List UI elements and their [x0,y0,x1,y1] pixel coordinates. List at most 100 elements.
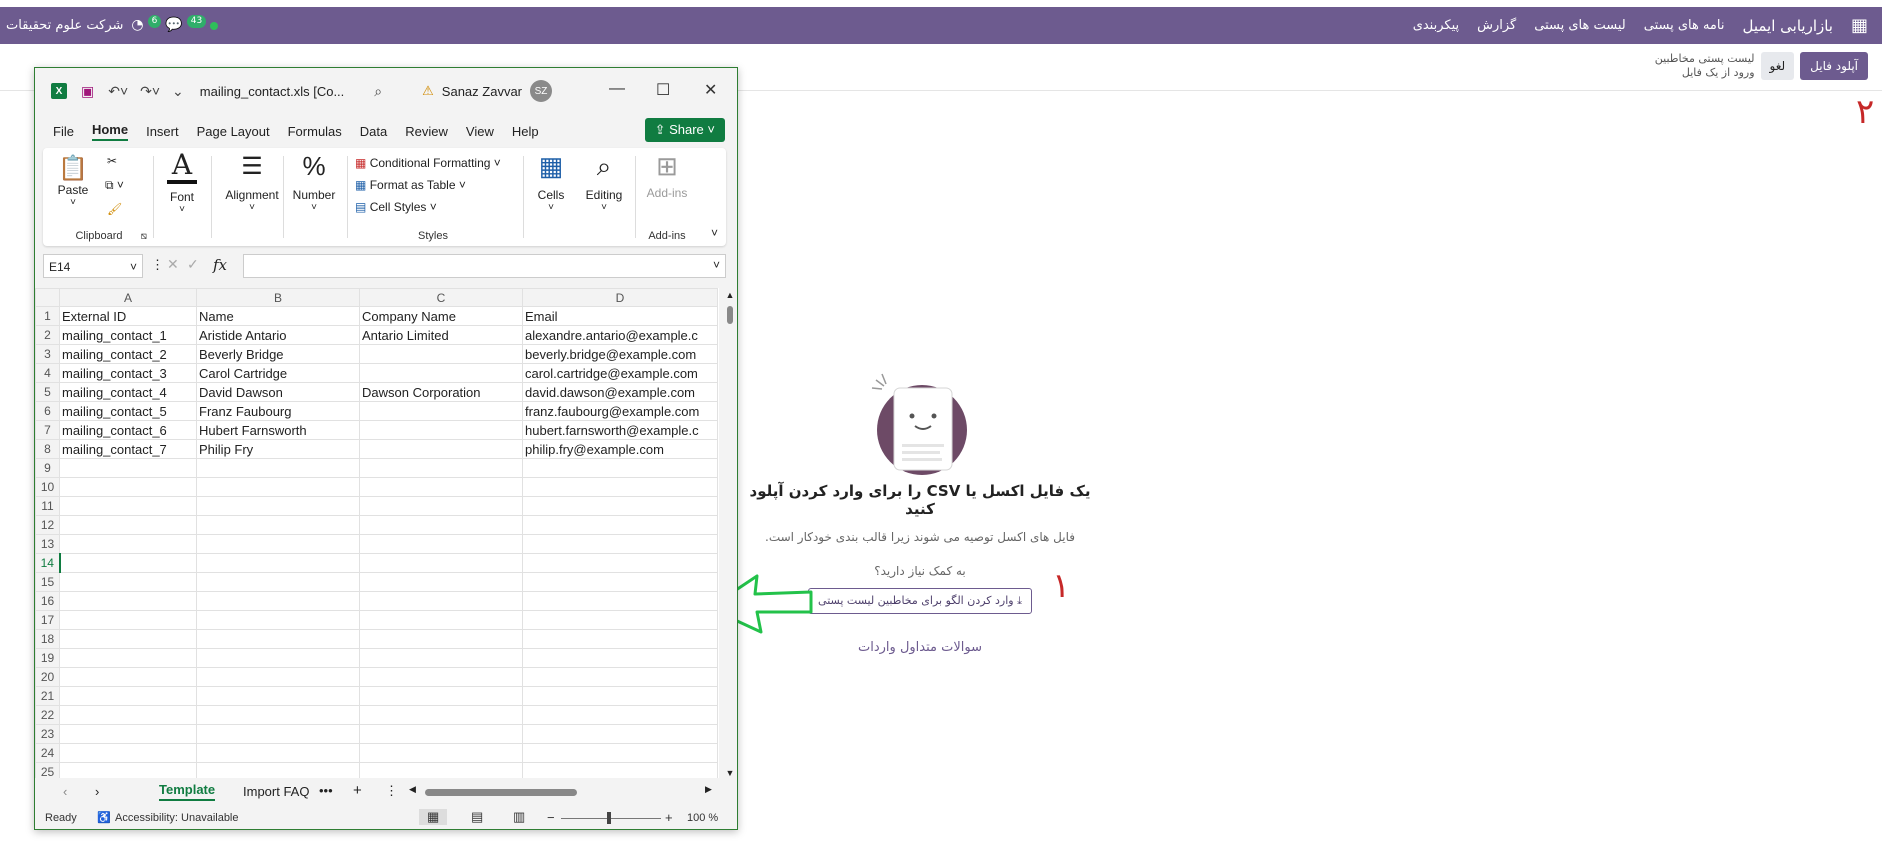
cell[interactable] [522,477,718,497]
cell[interactable] [359,705,523,725]
cell[interactable] [359,515,523,535]
select-all-corner[interactable] [35,288,60,307]
cell[interactable]: Company Name [359,306,523,326]
cell[interactable] [522,534,718,554]
conditional-formatting-button[interactable]: ▦ Conditional Formatting ˅ [355,156,501,170]
cell[interactable]: David Dawson [196,382,360,402]
name-box[interactable]: E14 ˅ [43,254,143,278]
scroll-up-icon[interactable]: ▲ [723,290,737,300]
column-header[interactable]: B [196,288,360,307]
breadcrumb-parent[interactable]: لیست پستی مخاطبین [1655,52,1755,66]
table-row[interactable]: 1 External ID Name Company Name Email [35,306,718,326]
cell[interactable]: External ID [59,306,197,326]
formula-expand-icon[interactable]: ˅ [713,258,720,272]
table-row[interactable]: 22 [35,705,718,725]
row-header[interactable]: 1 [35,306,60,326]
vertical-scrollbar[interactable]: ▲ ▼ [723,290,737,778]
cell[interactable] [196,629,360,649]
row-header[interactable]: 5 [35,382,60,402]
cell[interactable] [522,705,718,725]
cell[interactable] [359,648,523,668]
table-row[interactable]: 17 [35,610,718,630]
cell[interactable] [59,477,197,497]
table-row[interactable]: 21 [35,686,718,706]
menu-mailing-lists[interactable]: لیست های پستی [1534,18,1625,33]
table-row[interactable]: 25 [35,762,718,778]
tab-formulas[interactable]: Formulas [288,124,342,139]
cell[interactable] [359,439,523,459]
alignment-group[interactable]: ☰ Alignment ˅ [215,148,289,246]
row-header[interactable]: 2 [35,325,60,345]
cell[interactable] [59,458,197,478]
cell[interactable] [59,572,197,592]
vertical-scroll-thumb[interactable] [727,306,733,324]
cell[interactable]: Hubert Farnsworth [196,420,360,440]
row-header[interactable]: 9 [35,458,60,478]
chat-icon[interactable]: 💬 43 [165,15,207,34]
more-options-icon[interactable]: ⋮ [151,257,164,273]
cell[interactable]: philip.fry@example.com [522,439,718,459]
tab-file[interactable]: File [53,124,74,139]
sheet-options-icon[interactable]: ⋮ [385,783,398,799]
accessibility-icon[interactable]: ♿ [97,811,111,824]
activity-clock-icon[interactable]: ◔ 6 [131,15,162,34]
tab-data[interactable]: Data [360,124,387,139]
cell[interactable] [59,667,197,687]
tab-help[interactable]: Help [512,124,539,139]
row-header[interactable]: 22 [35,705,60,725]
zoom-level[interactable]: 100 % [687,812,718,824]
row-header[interactable]: 24 [35,743,60,763]
cell[interactable] [522,648,718,668]
cell[interactable]: david.dawson@example.com [522,382,718,402]
share-button[interactable]: ⇪ Share ˅ [644,118,725,142]
cancel-entry-icon[interactable]: ✕ [167,256,179,273]
font-group[interactable]: A Font ˅ [157,148,207,246]
table-row[interactable]: 13 [35,534,718,554]
table-row[interactable]: 11 [35,496,718,516]
cell[interactable]: mailing_contact_1 [59,325,197,345]
spreadsheet-grid[interactable]: A B C D 1 External ID Name Company Name Email 2 ma… [35,288,719,778]
cell[interactable] [359,667,523,687]
addins-button[interactable]: ⊞ Add-ins [639,150,695,200]
row-header[interactable]: 20 [35,667,60,687]
format-painter-icon[interactable]: 🖌 [107,202,122,216]
menu-mailings[interactable]: نامه های پستی [1644,18,1725,33]
cell[interactable] [59,496,197,516]
import-faq-link[interactable]: سوالات متداول واردات [740,640,1100,655]
number-group[interactable]: % Number ˅ [287,148,341,246]
table-row[interactable]: 12 [35,515,718,535]
cell[interactable]: Email [522,306,718,326]
cell[interactable]: Aristide Antario [196,325,360,345]
row-header[interactable]: 4 [35,363,60,383]
horizontal-scroll-thumb[interactable] [425,789,577,796]
cell[interactable] [59,686,197,706]
tab-page-layout[interactable]: Page Layout [197,124,270,139]
cell[interactable] [522,724,718,744]
company-switcher[interactable]: شرکت علوم تحقیقات [6,18,123,33]
row-header[interactable]: 23 [35,724,60,744]
cell[interactable]: Beverly Bridge [196,344,360,364]
normal-view-icon[interactable]: ▦ [419,809,448,825]
cell[interactable] [522,686,718,706]
menu-reporting[interactable]: گزارش [1477,18,1516,33]
cell[interactable] [59,705,197,725]
tab-home[interactable]: Home [91,122,129,141]
cell[interactable] [359,553,523,573]
page-layout-view-icon[interactable]: ▤ [471,809,483,825]
table-row[interactable]: 18 [35,629,718,649]
cell[interactable] [59,515,197,535]
cell[interactable] [196,515,360,535]
table-row[interactable]: 6 mailing_contact_5 Franz Faubourg franz.fa… [35,401,718,421]
cell[interactable] [522,572,718,592]
table-row[interactable]: 4 mailing_contact_3 Carol Cartridge carol.c… [35,363,718,383]
cell[interactable] [359,572,523,592]
cell[interactable] [522,515,718,535]
row-header[interactable]: 8 [35,439,60,459]
ribbon-collapse-icon[interactable]: ˅ [711,226,718,240]
table-row[interactable]: 16 [35,591,718,611]
app-name[interactable]: بازاریابی ایمیل [1742,17,1833,35]
column-header[interactable]: A [59,288,197,307]
cell[interactable] [196,724,360,744]
cell[interactable]: mailing_contact_7 [59,439,197,459]
row-header[interactable]: 3 [35,344,60,364]
